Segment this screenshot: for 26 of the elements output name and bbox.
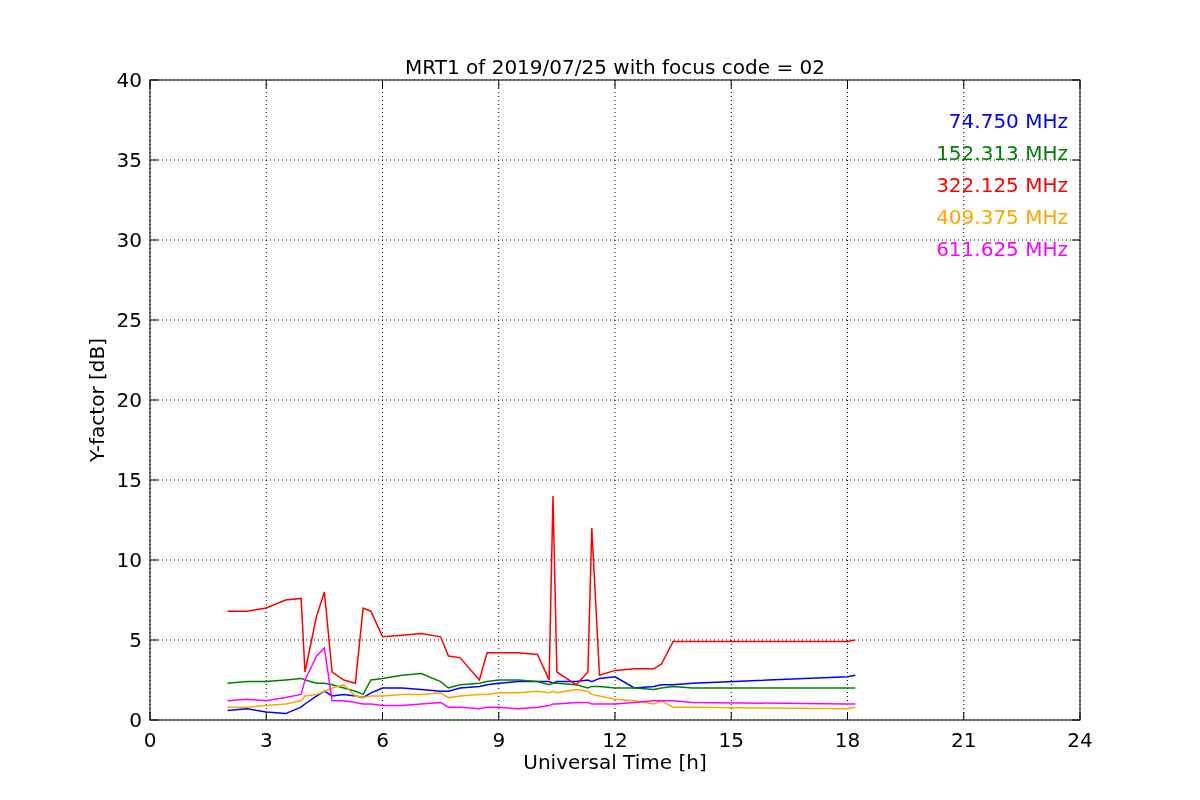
legend-label: 322.125 MHz (936, 173, 1068, 197)
x-tick-label: 18 (834, 728, 861, 752)
x-tick-label: 12 (602, 728, 628, 752)
y-tick-label: 40 (116, 68, 142, 92)
x-tick-label: 3 (259, 728, 273, 752)
x-tick-label: 21 (951, 728, 977, 752)
legend-label: 74.750 MHz (948, 109, 1068, 133)
x-tick-label: 24 (1067, 728, 1093, 752)
x-tick-label: 0 (143, 728, 157, 752)
y-tick-label: 15 (116, 468, 142, 492)
x-tick-label: 15 (718, 728, 744, 752)
y-tick-label: 10 (116, 548, 142, 572)
x-axis-label: Universal Time [h] (523, 750, 707, 774)
y-axis-label: Y-factor [dB] (85, 338, 109, 462)
y-tick-label: 20 (116, 388, 142, 412)
y-tick-label: 5 (129, 628, 142, 652)
x-tick-label: 9 (492, 728, 506, 752)
chart-title: MRT1 of 2019/07/25 with focus code = 02 (405, 55, 825, 79)
y-tick-label: 35 (116, 148, 142, 172)
legend-label: 152.313 MHz (936, 141, 1068, 165)
y-tick-label: 25 (116, 308, 142, 332)
legend-label: 611.625 MHz (936, 237, 1068, 261)
legend-label: 409.375 MHz (936, 205, 1068, 229)
y-tick-label: 0 (129, 708, 142, 732)
y-tick-label: 30 (116, 228, 142, 252)
x-tick-label: 6 (376, 728, 389, 752)
